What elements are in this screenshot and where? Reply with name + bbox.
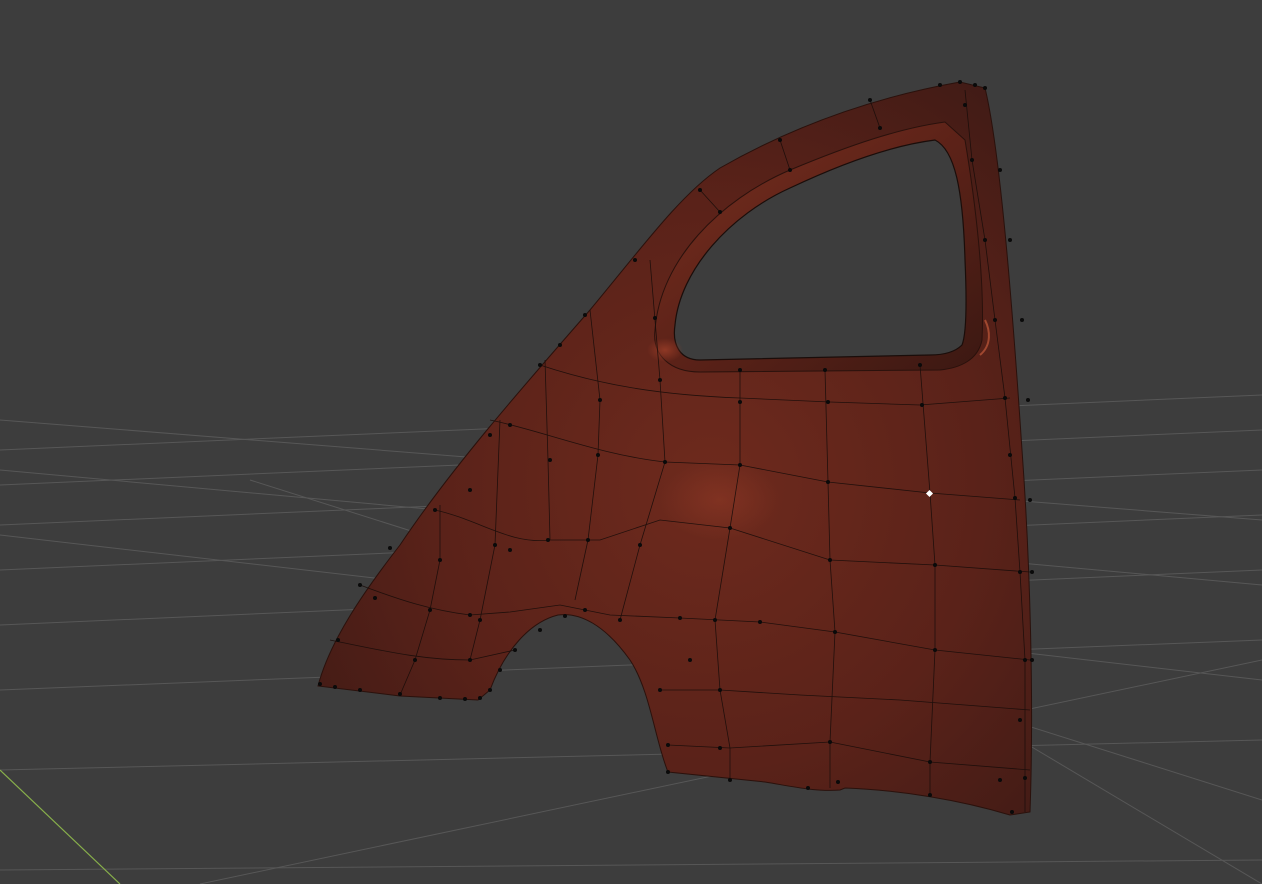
specular-highlight	[660, 460, 780, 540]
3d-viewport[interactable]	[0, 0, 1262, 884]
viewport-canvas[interactable]	[0, 0, 1262, 884]
door-panel-mesh	[317, 80, 1034, 816]
specular-highlight	[647, 338, 683, 362]
x-axis-line	[0, 769, 121, 884]
